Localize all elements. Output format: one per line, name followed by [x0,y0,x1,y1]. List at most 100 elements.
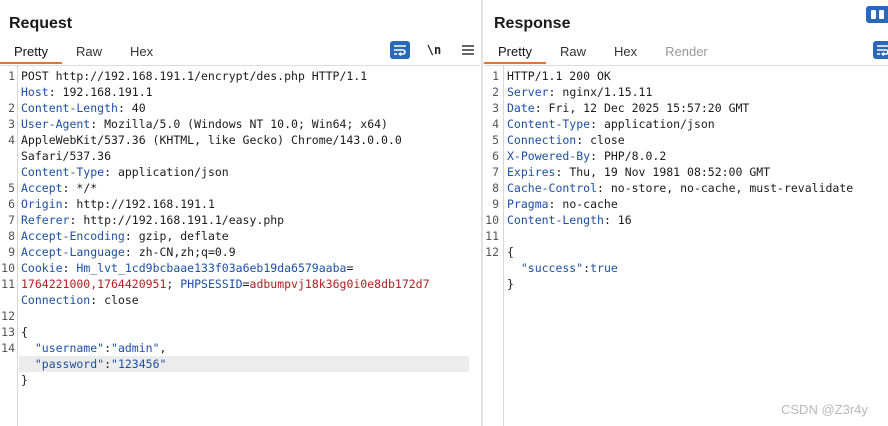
header-name: Server [507,85,549,99]
code-token: AppleWebKit/537.36 (KHTML, like Gecko) C… [21,133,402,147]
code-line: Host: 192.168.191.1 [21,84,153,100]
request-editor[interactable]: 1 2 3 4 5 6 7 8 9 10 11 12 13 14 POST http://192.168.… [0,66,480,426]
request-line-gutter: 1 2 3 4 5 6 7 8 9 10 11 12 13 14 [0,66,18,426]
code-token: PHPSESSID [180,277,243,291]
code-line: "success":true [507,260,618,276]
code-token: : close [90,293,139,307]
line-number: 11 [485,229,499,243]
line-number [0,292,15,308]
code-line: Pragma: no-cache [507,196,618,212]
request-tab-pretty[interactable]: Pretty [0,41,62,64]
header-name: Content-Type [507,117,591,131]
header-name: Content-Type [21,165,105,179]
response-tab-pretty[interactable]: Pretty [484,41,546,64]
header-name: Expires [507,165,556,179]
newline-toggle-button[interactable]: \n [424,41,444,59]
cookie-value: 1764221000,1764420951 [21,277,167,291]
code-token: } [507,277,514,291]
code-line: POST http://192.168.191.1/encrypt/des.ph… [21,68,367,84]
code-line: { [507,244,514,260]
code-token: "success" [507,261,584,275]
code-line: Server: nginx/1.15.11 [507,84,652,100]
code-token: , [159,341,167,355]
header-name: Accept [21,181,63,195]
code-token: HTTP/1.1 200 OK [507,69,611,83]
code-line: User-Agent: Mozilla/5.0 (Windows NT 10.0… [21,116,388,132]
line-number: 12 [1,309,15,323]
code-token: Safari/537.36 [21,149,112,163]
header-name: Accept-Encoding [21,229,125,243]
code-token: : 40 [117,101,146,115]
header-name: Content-Length [21,101,118,115]
code-token: : Thu, 19 Nov 1981 08:52:00 GMT [555,165,771,179]
code-token: : */* [62,181,98,195]
code-token: : [104,357,112,371]
header-name: Connection [507,133,577,147]
request-tab-raw[interactable]: Raw [62,41,116,64]
line-number: 5 [492,133,499,147]
code-token: : PHP/8.0.2 [590,149,667,163]
code-token: : 16 [603,213,632,227]
line-number [484,276,499,292]
line-number: 4 [492,117,499,131]
code-token: : gzip, deflate [124,229,229,243]
line-number: 2 [8,101,15,115]
request-title: Request [9,15,73,32]
code-line: Content-Length: 16 [507,212,632,228]
layout-toggle-icon[interactable] [866,6,888,23]
code-line: Cache-Control: no-store, no-cache, must-… [507,180,853,196]
header-name: Cache-Control [507,181,598,195]
code-token: { [507,245,514,259]
code-line: "username":"admin", [21,340,167,356]
code-line: } [21,372,28,388]
response-tab-render[interactable]: Render [651,41,722,64]
code-line: { [21,324,28,340]
response-tabs: Pretty Raw Hex Render [484,41,722,65]
line-number: 7 [492,165,499,179]
code-token: = [346,261,354,275]
code-line: Safari/537.36 [21,148,111,164]
code-line: Date: Fri, 12 Dec 2025 15:57:20 GMT [507,100,749,116]
code-line: Content-Type: application/json [21,164,229,180]
header-name: Accept-Language [21,245,125,259]
request-tabs: Pretty Raw Hex [0,41,167,65]
code-token: "admin" [111,341,160,355]
header-name: Host [21,85,49,99]
menu-icon[interactable] [458,41,478,59]
line-number [0,356,15,372]
pane-divider[interactable] [481,0,483,426]
header-name: Date [507,101,535,115]
code-line: Expires: Thu, 19 Nov 1981 08:52:00 GMT [507,164,770,180]
code-line: Referer: http://192.168.191.1/easy.php [21,212,284,228]
line-number: 4 [8,133,15,147]
request-tab-hex[interactable]: Hex [116,41,167,64]
response-editor[interactable]: 1 2 3 4 5 6 7 8 9 10 11 12 HTTP/1.1 200 OK Server: n… [484,66,888,426]
wrap-lines-icon[interactable] [873,41,888,59]
response-tab-raw[interactable]: Raw [546,41,600,64]
line-number: 6 [8,197,15,211]
wrap-lines-icon[interactable] [390,41,410,59]
line-number [0,148,15,164]
code-line: Accept: */* [21,180,97,196]
code-token: "username" [21,341,105,355]
line-number: 8 [8,229,15,243]
header-name: Pragma [507,197,549,211]
code-line: Content-Length: 40 [21,100,146,116]
code-token: : nginx/1.15.11 [548,85,653,99]
line-number: 6 [492,149,499,163]
code-line: Accept-Encoding: gzip, deflate [21,228,229,244]
response-tab-hex[interactable]: Hex [600,41,651,64]
response-line-gutter: 1 2 3 4 5 6 7 8 9 10 11 12 [484,66,504,426]
code-token: : zh-CN,zh;q=0.9 [124,245,236,259]
code-line: "password":"123456" [21,356,167,372]
code-token: POST http://192.168.191.1/encrypt/des.ph… [21,69,368,83]
line-number [0,84,15,100]
code-token: : [104,341,112,355]
code-token: "123456" [111,357,167,371]
header-name: Origin [21,197,63,211]
line-number: 14 [1,341,15,355]
header-name: Content-Length [507,213,604,227]
line-number [0,164,15,180]
code-line: X-Powered-By: PHP/8.0.2 [507,148,666,164]
code-token: Hm_lvt_1cd9bcbaae133f03a6eb19da6579aaba [76,261,347,275]
